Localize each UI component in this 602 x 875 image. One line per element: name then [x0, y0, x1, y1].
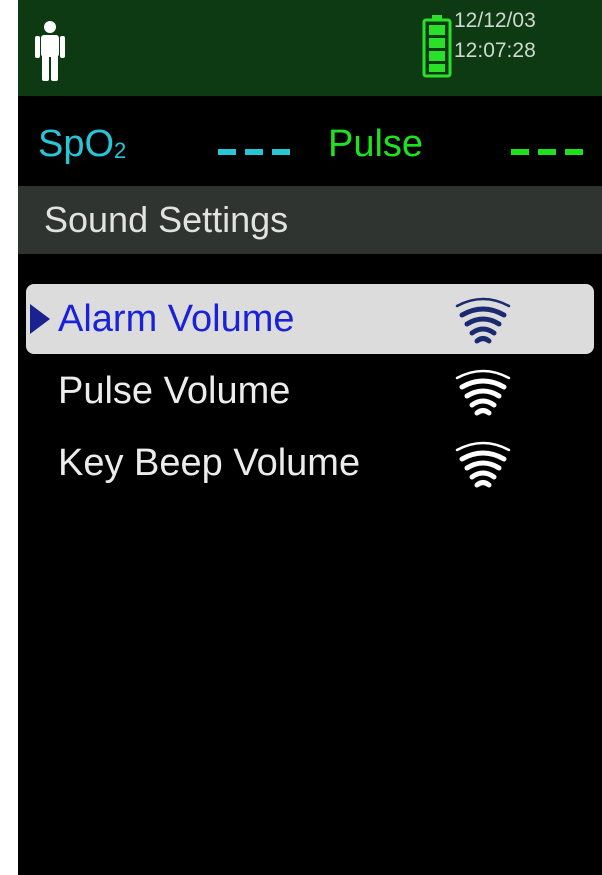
pulse-label: Pulse — [328, 123, 424, 165]
device-screen: 12/12/03 12:07:28 SpO2 Pulse Sound Setti… — [18, 0, 602, 875]
page-title: Sound Settings — [44, 199, 289, 240]
spo2-dash-segment — [272, 149, 290, 155]
date-text: 12/12/03 — [454, 9, 536, 32]
battery-full-icon — [422, 15, 452, 78]
pulse-dash-segment — [565, 149, 583, 155]
volume-icon — [455, 441, 511, 488]
page-header: Sound Settings — [18, 186, 602, 254]
spo2-value — [218, 149, 291, 155]
pulse-dash-segment — [511, 149, 529, 155]
menu-item-alarm-volume[interactable]: Alarm Volume — [26, 284, 594, 354]
menu-item-pulse-volume[interactable]: Pulse Volume — [26, 356, 594, 426]
menu-item-key-beep-volume[interactable]: Key Beep Volume — [26, 428, 594, 498]
spo2-dash-segment — [218, 149, 236, 155]
menu-item-label: Pulse Volume — [58, 370, 291, 412]
volume-icon — [455, 297, 511, 344]
pulse-dash-segment — [538, 149, 556, 155]
status-bar: 12/12/03 12:07:28 — [18, 0, 602, 96]
spo2-label-text: SpO — [38, 123, 115, 165]
menu-item-label: Key Beep Volume — [58, 442, 361, 484]
vitals-bar: SpO2 Pulse — [18, 96, 602, 186]
date-time: 12/12/03 12:07:28 — [454, 6, 602, 66]
time-text: 12:07:28 — [454, 39, 536, 62]
volume-icon — [455, 369, 511, 416]
person-icon — [35, 21, 65, 81]
menu-item-label: Alarm Volume — [58, 298, 295, 340]
spo2-subscript: 2 — [114, 138, 127, 163]
selection-pointer-icon — [30, 304, 50, 334]
pulse-value — [511, 149, 584, 155]
spo2-dash-segment — [245, 149, 263, 155]
spo2-label: SpO2 — [38, 121, 126, 172]
